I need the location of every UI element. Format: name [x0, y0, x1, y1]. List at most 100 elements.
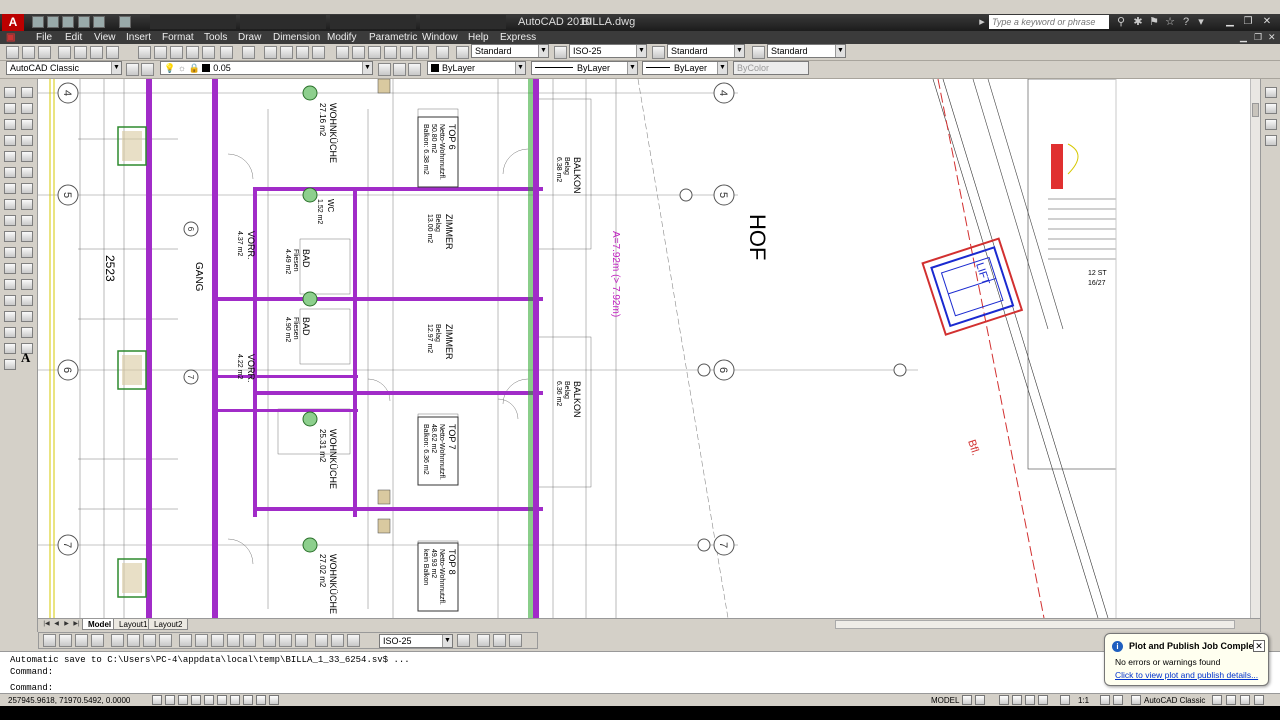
copy-icon[interactable]: [154, 46, 167, 59]
search-arrow-icon[interactable]: ▸: [975, 15, 989, 29]
erase-icon[interactable]: [21, 87, 33, 98]
help-dropdown-icon[interactable]: ▾: [1194, 15, 1208, 29]
zoom-icon[interactable]: [1012, 695, 1022, 705]
table-style-select[interactable]: Standard ▼: [667, 44, 745, 58]
dropdown-arrow-icon[interactable]: ▼: [442, 635, 452, 647]
publish-icon[interactable]: [90, 46, 103, 59]
redo-icon[interactable]: [93, 16, 105, 28]
new-file-icon[interactable]: [32, 16, 44, 28]
dropdown-arrow-icon[interactable]: ▼: [835, 45, 845, 57]
cut-icon[interactable]: [138, 46, 151, 59]
menu-modify[interactable]: Modify: [327, 31, 356, 44]
quick-dim-icon[interactable]: [179, 634, 192, 647]
array-icon[interactable]: [21, 151, 33, 162]
menu-file[interactable]: File: [36, 31, 52, 44]
object-snap-tracking-icon[interactable]: [217, 695, 227, 705]
text-style-icon[interactable]: [456, 46, 469, 59]
annotation-visibility-icon[interactable]: [1100, 695, 1110, 705]
construction-line-icon[interactable]: [4, 103, 16, 114]
workspace-select[interactable]: AutoCAD Classic ▼: [6, 61, 122, 75]
help-icon[interactable]: ?: [1179, 15, 1193, 29]
stretch-icon[interactable]: [21, 215, 33, 226]
polyline-icon[interactable]: [4, 119, 16, 130]
dropdown-arrow-icon[interactable]: ▼: [627, 62, 637, 74]
help-icon[interactable]: [436, 46, 449, 59]
dim-style-icon[interactable]: [554, 46, 567, 59]
diameter-icon[interactable]: [143, 634, 156, 647]
plot-preview-icon[interactable]: [74, 46, 87, 59]
last-tab-icon[interactable]: ▶|: [72, 620, 81, 629]
qnew-icon[interactable]: [6, 46, 19, 59]
annotation-scale-icon[interactable]: [1060, 695, 1070, 705]
workspace-settings-icon[interactable]: [126, 63, 139, 76]
menu-format[interactable]: Format: [162, 31, 194, 44]
dim-style-manager-icon[interactable]: [457, 634, 470, 647]
close-icon[interactable]: ✕: [1259, 15, 1275, 29]
arc-icon[interactable]: [4, 167, 16, 178]
plot-details-link[interactable]: Click to view plot and publish details..…: [1115, 670, 1258, 680]
tab-layout2[interactable]: Layout2: [148, 619, 189, 630]
spline-icon[interactable]: [4, 215, 16, 226]
sheet-set-icon[interactable]: [384, 46, 397, 59]
point-icon[interactable]: [4, 295, 16, 306]
allow-ucs-icon[interactable]: [230, 695, 240, 705]
hardware-acceleration-icon[interactable]: [1226, 695, 1236, 705]
baseline-icon[interactable]: [195, 634, 208, 647]
menu-window[interactable]: Window: [422, 31, 458, 44]
close-icon[interactable]: ✕: [1253, 640, 1265, 652]
quick-view-drawings-icon[interactable]: [975, 695, 985, 705]
restore-icon[interactable]: ❐: [1240, 15, 1256, 29]
break-at-point-icon[interactable]: [21, 263, 33, 274]
ellipse-icon[interactable]: [4, 231, 16, 242]
open-file-icon[interactable]: [47, 16, 59, 28]
steering-wheel-icon[interactable]: [1025, 695, 1035, 705]
inspection-icon[interactable]: [295, 634, 308, 647]
command-input-line[interactable]: Command:: [10, 683, 53, 693]
dropdown-arrow-icon[interactable]: ▼: [515, 62, 525, 74]
properties-icon[interactable]: [336, 46, 349, 59]
application-menu-button[interactable]: A: [2, 14, 24, 31]
plot-icon[interactable]: [119, 16, 131, 28]
align-leaders-icon[interactable]: [509, 634, 522, 647]
revision-cloud-icon[interactable]: [4, 199, 16, 210]
lineweight-toggle-icon[interactable]: [256, 695, 266, 705]
workspace-switching-icon[interactable]: [1131, 695, 1141, 705]
draw-order-icon[interactable]: [1265, 87, 1277, 98]
radius-icon[interactable]: [111, 634, 124, 647]
table-icon[interactable]: [4, 359, 16, 370]
zoom-window-icon[interactable]: [296, 46, 309, 59]
dropdown-arrow-icon[interactable]: ▼: [362, 62, 372, 74]
multiline-text-icon[interactable]: A: [21, 350, 30, 366]
dim-text-edit-icon[interactable]: [331, 634, 344, 647]
subscription-center-icon[interactable]: ✱: [1131, 15, 1145, 29]
polygon-icon[interactable]: [4, 135, 16, 146]
menu-help[interactable]: Help: [468, 31, 489, 44]
plot-status-tray-icon[interactable]: [1240, 695, 1250, 705]
scale-icon[interactable]: [21, 199, 33, 210]
dropdown-arrow-icon[interactable]: ▼: [636, 45, 646, 57]
hatch-to-back-icon[interactable]: [1265, 119, 1277, 130]
layer-manager-icon[interactable]: [141, 63, 154, 76]
gradient-icon[interactable]: [4, 327, 16, 338]
pan-icon[interactable]: [999, 695, 1009, 705]
showmotion-icon[interactable]: [1038, 695, 1048, 705]
tool-palettes-icon[interactable]: [368, 46, 381, 59]
menu-parametric[interactable]: Parametric: [369, 31, 417, 44]
jogged-icon[interactable]: [127, 634, 140, 647]
layer-previous-icon[interactable]: [393, 63, 406, 76]
copy-object-icon[interactable]: [21, 103, 33, 114]
menu-dimension[interactable]: Dimension: [273, 31, 320, 44]
markup-icon[interactable]: [400, 46, 413, 59]
dropdown-arrow-icon[interactable]: ▼: [538, 45, 548, 57]
rotate-icon[interactable]: [21, 183, 33, 194]
offset-icon[interactable]: [21, 135, 33, 146]
multileader-style-select[interactable]: Standard ▼: [767, 44, 846, 58]
next-tab-icon[interactable]: ▶: [62, 620, 71, 629]
fillet-icon[interactable]: [21, 327, 33, 338]
dim-style-select[interactable]: ISO-25 ▼: [569, 44, 647, 58]
quick-view-layouts-icon[interactable]: [962, 695, 972, 705]
table-style-icon[interactable]: [652, 46, 665, 59]
join-icon[interactable]: [21, 295, 33, 306]
insert-block-icon[interactable]: [4, 263, 16, 274]
menu-express[interactable]: Express: [500, 31, 536, 44]
